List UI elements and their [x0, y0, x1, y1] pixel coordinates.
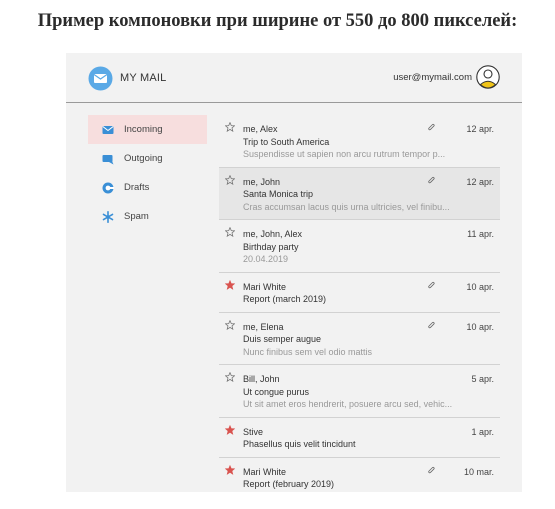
star-outline-icon[interactable]: [225, 372, 235, 382]
paperclip-icon: [428, 176, 435, 183]
app-header: MY MAIL user@mymail.com: [66, 53, 522, 103]
message-subject: Trip to South America: [243, 136, 330, 147]
message-date: 12 apr.: [466, 176, 494, 187]
message-from: me, John: [243, 176, 281, 187]
star-filled-icon[interactable]: [225, 464, 235, 475]
paperclip-icon: [428, 123, 435, 131]
message-from: Bill, John: [243, 374, 280, 384]
message-row[interactable]: me, John, Alex Birthday party 20.04.2019…: [219, 220, 500, 273]
message-row[interactable]: Mari White Report (march 2019) 10 apr.: [219, 273, 500, 313]
sidebar: Incoming Outgoing Drafts Spam: [88, 115, 207, 231]
star-outline-icon[interactable]: [225, 174, 235, 185]
inbox-icon: [102, 124, 114, 136]
app-title: MY MAIL: [120, 72, 167, 84]
message-preview: Suspendisse ut sapien non arcu rutrum te…: [243, 149, 446, 159]
star-outline-icon[interactable]: [225, 227, 235, 237]
message-date: 11 apr.: [467, 229, 494, 239]
message-subject: Santa Monica trip: [243, 189, 314, 199]
paperclip-icon: [428, 466, 435, 473]
star-outline-icon[interactable]: [225, 319, 235, 330]
sidebar-item-label: Incoming: [124, 124, 163, 135]
message-row[interactable]: Stive Phasellus quis velit tincidunt 1 a…: [219, 418, 500, 458]
message-preview: Ut sit amet eros hendrerit, posuere arcu…: [243, 399, 453, 409]
sidebar-item-outgoing[interactable]: Outgoing: [88, 144, 207, 173]
message-subject: Report (march 2019): [243, 294, 327, 304]
message-subject: Ut congue purus: [243, 386, 310, 397]
spam-icon: [102, 210, 114, 223]
sidebar-item-incoming[interactable]: Incoming: [88, 115, 207, 144]
sidebar-item-label: Outgoing: [124, 153, 163, 164]
paperclip-icon: [428, 281, 435, 288]
message-row[interactable]: me, Alex Trip to South America Suspendis…: [219, 115, 500, 168]
message-date: 10 mar.: [463, 466, 494, 477]
mail-logo-icon: [88, 66, 113, 91]
message-from: Mari White: [243, 281, 287, 292]
message-subject: Birthday party: [243, 241, 299, 252]
message-date: 5 apr.: [471, 374, 494, 384]
message-row[interactable]: me, Elena Duis semper augue Nunc finibus…: [219, 313, 500, 365]
message-subject: Phasellus quis velit tincidunt: [243, 439, 356, 449]
drafts-icon: [102, 182, 114, 194]
sidebar-item-spam[interactable]: Spam: [88, 202, 207, 231]
page-caption: Пример компоновки при ширине от 550 до 8…: [37, 11, 518, 31]
message-preview: Cras accumsan lacus quis urna ultricies,…: [243, 201, 450, 212]
message-list: me, Alex Trip to South America Suspendis…: [219, 115, 500, 492]
message-from: me, Elena: [243, 321, 284, 332]
message-date: 1 apr.: [471, 426, 494, 437]
message-from: Stive: [243, 426, 264, 437]
star-outline-icon[interactable]: [225, 122, 235, 132]
message-date: 10 apr.: [466, 321, 494, 332]
message-from: me, John, Alex: [243, 229, 303, 239]
message-row[interactable]: Bill, John Ut congue purus Ut sit amet e…: [219, 365, 500, 418]
message-from: me, Alex: [243, 124, 278, 134]
message-preview: 20.04.2019: [243, 254, 289, 264]
user-email[interactable]: user@mymail.com: [393, 72, 472, 83]
message-row[interactable]: me, John Santa Monica trip Cras accumsan…: [219, 167, 500, 220]
message-preview: Nunc finibus sem vel odio mattis: [243, 346, 373, 357]
message-date: 12 apr.: [466, 124, 494, 134]
mail-app: MY MAIL user@mymail.com Incoming Outgoin…: [66, 53, 522, 492]
message-subject: Report (february 2019): [243, 479, 335, 489]
avatar-icon[interactable]: [476, 65, 500, 89]
message-subject: Duis semper augue: [243, 334, 322, 344]
star-filled-icon[interactable]: [225, 424, 235, 435]
sidebar-item-drafts[interactable]: Drafts: [88, 173, 207, 202]
message-date: 10 apr.: [466, 281, 494, 292]
sidebar-item-label: Spam: [124, 211, 149, 222]
sidebar-item-label: Drafts: [124, 182, 150, 193]
paperclip-icon: [428, 321, 435, 328]
outgoing-icon: [102, 153, 114, 165]
star-filled-icon[interactable]: [225, 279, 235, 290]
message-from: Mari White: [243, 466, 287, 477]
message-row[interactable]: Mari White Report (february 2019) 10 mar…: [219, 458, 500, 493]
